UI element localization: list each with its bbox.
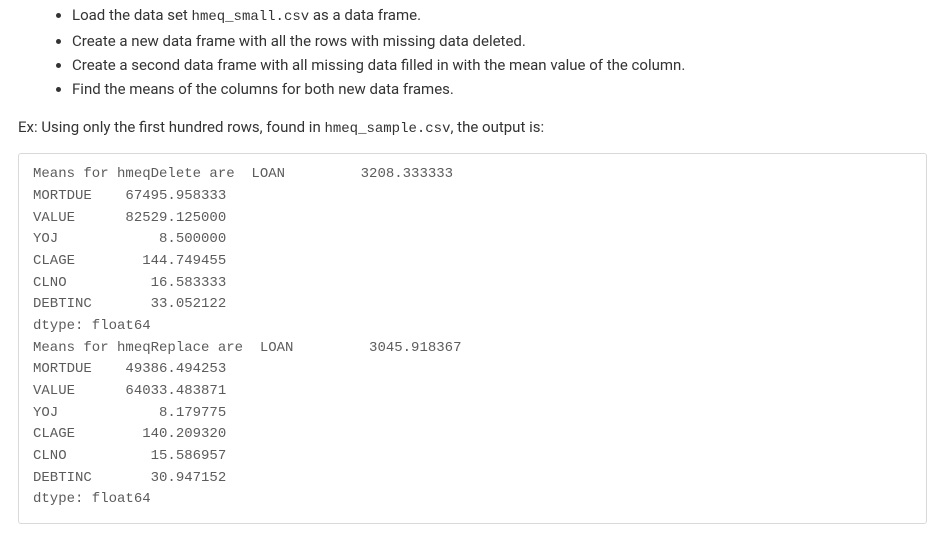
list-item: Create a second data frame with all miss… xyxy=(72,54,927,78)
list-text: as a data frame. xyxy=(309,6,421,24)
example-prefix: Ex: Using only the first hundred rows, f… xyxy=(18,118,324,136)
list-text: Create a new data frame with all the row… xyxy=(72,32,526,50)
list-text: Load the data set xyxy=(72,6,192,24)
output-block: Means for hmeqDelete are LOAN 3208.33333… xyxy=(18,153,927,524)
list-item: Find the means of the columns for both n… xyxy=(72,78,927,102)
list-text: Find the means of the columns for both n… xyxy=(72,80,454,98)
list-item: Create a new data frame with all the row… xyxy=(72,30,927,54)
example-suffix: , the output is: xyxy=(451,118,545,136)
list-text: Create a second data frame with all miss… xyxy=(72,56,685,74)
list-item: Load the data set hmeq_small.csv as a da… xyxy=(72,4,927,30)
inline-code: hmeq_sample.csv xyxy=(324,121,450,137)
task-list: Load the data set hmeq_small.csv as a da… xyxy=(18,4,927,102)
example-line: Ex: Using only the first hundred rows, f… xyxy=(18,116,927,141)
inline-code: hmeq_small.csv xyxy=(192,9,310,25)
